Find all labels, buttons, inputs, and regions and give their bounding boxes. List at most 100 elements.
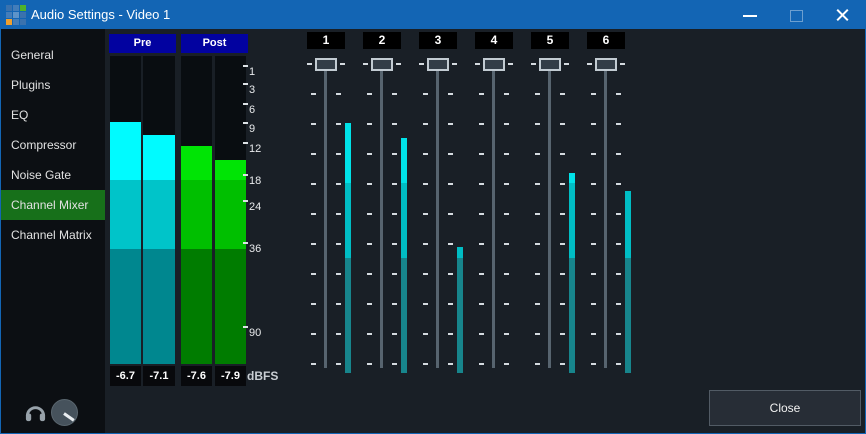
sidebar-item-compressor[interactable]: Compressor xyxy=(1,130,105,160)
fader-scale-tick xyxy=(423,273,428,275)
scale-tick-label: 12 xyxy=(249,141,261,157)
sidebar-item-channel-matrix[interactable]: Channel Matrix xyxy=(1,220,105,250)
fader-scale-tick xyxy=(336,153,341,155)
fader-handle[interactable] xyxy=(427,58,449,71)
scale-tick-mark xyxy=(243,83,248,85)
settings-sidebar: GeneralPluginsEQCompressorNoise GateChan… xyxy=(1,29,105,433)
fader-track[interactable] xyxy=(436,69,439,368)
fader-scale-tick xyxy=(311,183,316,185)
vu-meter-pre-left xyxy=(110,56,141,364)
fader-scale-tick xyxy=(311,93,316,95)
fader-scale-tick xyxy=(336,363,341,365)
fader-scale-tick xyxy=(616,273,621,275)
fader-scale-tick xyxy=(616,153,621,155)
fader-scale-tick xyxy=(479,213,484,215)
channel-number-label: 4 xyxy=(475,32,513,49)
fader-handle[interactable] xyxy=(371,58,393,71)
fader-scale-tick xyxy=(311,153,316,155)
fader-scale-tick xyxy=(591,153,596,155)
fader-scale-tick xyxy=(479,363,484,365)
maximize-button[interactable] xyxy=(773,1,819,29)
fader-scale-tick xyxy=(448,363,453,365)
window-title: Audio Settings - Video 1 xyxy=(31,1,170,29)
fader-scale-tick xyxy=(560,363,565,365)
channel-number-label: 1 xyxy=(307,32,345,49)
scale-tick-label: 36 xyxy=(249,241,261,257)
scale-tick-mark xyxy=(243,65,248,67)
pre-group-label: Pre xyxy=(109,34,176,53)
vu-meter-post-left xyxy=(181,56,212,364)
fader-scale-tick xyxy=(311,363,316,365)
close-window-button[interactable] xyxy=(819,1,865,29)
fader-handle-tick xyxy=(419,63,424,65)
fader-scale-tick xyxy=(336,243,341,245)
fader-scale-tick xyxy=(535,363,540,365)
fader-scale-tick xyxy=(591,213,596,215)
fader-track[interactable] xyxy=(492,69,495,368)
maximize-icon xyxy=(790,10,803,22)
fader-scale-tick xyxy=(423,363,428,365)
fader-scale-tick xyxy=(392,153,397,155)
fader-scale-tick xyxy=(535,153,540,155)
sidebar-item-eq[interactable]: EQ xyxy=(1,100,105,130)
channel-level-meter xyxy=(457,58,463,373)
headphone-volume-knob[interactable] xyxy=(51,399,78,426)
fader-handle[interactable] xyxy=(483,58,505,71)
dbfs-unit-label: dBFS xyxy=(247,366,278,386)
sidebar-item-channel-mixer[interactable]: Channel Mixer xyxy=(1,190,105,220)
scale-tick-mark xyxy=(243,174,248,176)
fader-track[interactable] xyxy=(324,69,327,368)
fader-scale-tick xyxy=(504,93,509,95)
fader-scale-tick xyxy=(479,93,484,95)
fader-handle-tick xyxy=(363,63,368,65)
fader-scale-tick xyxy=(504,153,509,155)
fader-scale-tick xyxy=(535,213,540,215)
fader-scale-tick xyxy=(392,93,397,95)
fader-scale-tick xyxy=(311,213,316,215)
fader-scale-tick xyxy=(336,93,341,95)
fader-handle[interactable] xyxy=(595,58,617,71)
fader-scale-tick xyxy=(504,183,509,185)
channel-number-label: 2 xyxy=(363,32,401,49)
fader-scale-tick xyxy=(479,153,484,155)
channel-number-label: 3 xyxy=(419,32,457,49)
channel-number-label: 5 xyxy=(531,32,569,49)
titlebar[interactable]: Audio Settings - Video 1 xyxy=(1,1,865,29)
channel-strip: 4 xyxy=(466,29,522,389)
fader-scale-tick xyxy=(336,333,341,335)
fader-scale-tick xyxy=(336,213,341,215)
scale-tick-label: 18 xyxy=(249,173,261,189)
fader-handle[interactable] xyxy=(539,58,561,71)
sidebar-item-plugins[interactable]: Plugins xyxy=(1,70,105,100)
fader-scale-tick xyxy=(616,363,621,365)
level-readout: -7.1 xyxy=(143,366,175,386)
scale-tick-mark xyxy=(243,200,248,202)
fader-track[interactable] xyxy=(604,69,607,368)
fader-track[interactable] xyxy=(380,69,383,368)
fader-scale-tick xyxy=(367,213,372,215)
fader-scale-tick xyxy=(616,93,621,95)
sidebar-item-general[interactable]: General xyxy=(1,40,105,70)
minimize-button[interactable] xyxy=(727,1,773,29)
channel-level-meter xyxy=(401,58,407,373)
fader-scale-tick xyxy=(367,123,372,125)
fader-scale-tick xyxy=(448,93,453,95)
fader-scale-tick xyxy=(560,333,565,335)
fader-scale-tick xyxy=(392,183,397,185)
fader-scale-tick xyxy=(311,243,316,245)
fader-scale-tick xyxy=(448,123,453,125)
minimize-icon xyxy=(743,15,757,17)
close-button[interactable]: Close xyxy=(709,390,861,426)
fader-track[interactable] xyxy=(548,69,551,368)
scale-tick-label: 6 xyxy=(249,102,255,118)
channel-level-meter xyxy=(345,58,351,373)
sidebar-item-noise-gate[interactable]: Noise Gate xyxy=(1,160,105,190)
fader-handle[interactable] xyxy=(315,58,337,71)
fader-scale-tick xyxy=(423,153,428,155)
fader-scale-tick xyxy=(535,243,540,245)
channel-strip: 5 xyxy=(522,29,578,389)
fader-scale-tick xyxy=(336,183,341,185)
fader-handle-tick xyxy=(475,63,480,65)
scale-tick-label: 1 xyxy=(249,64,255,80)
scale-tick-label: 90 xyxy=(249,325,261,341)
